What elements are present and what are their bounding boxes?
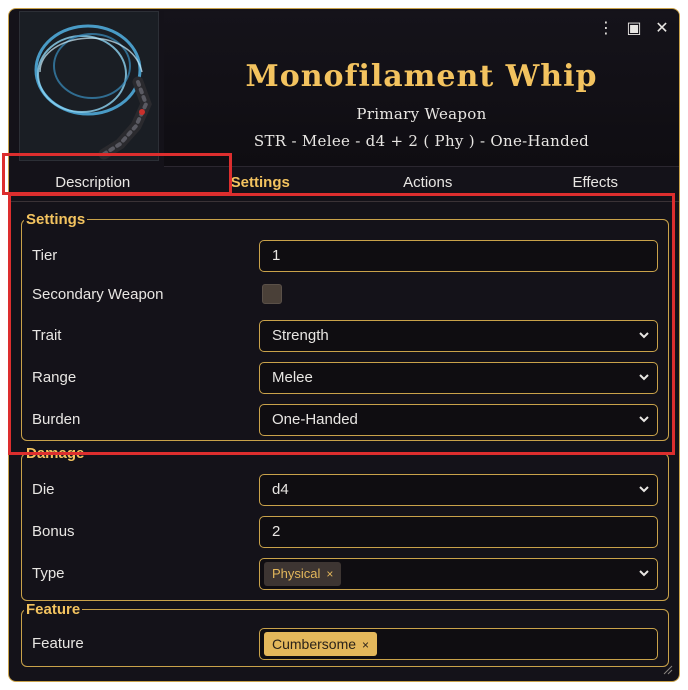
feature-fieldset: Feature Feature Cumbersome × xyxy=(21,601,669,667)
burden-value: One-Handed xyxy=(272,411,358,428)
range-select[interactable]: Melee xyxy=(259,362,658,394)
feature-legend: Feature xyxy=(26,601,81,618)
die-value: d4 xyxy=(272,481,289,498)
damage-type-tag: Physical × xyxy=(264,562,342,586)
item-image[interactable] xyxy=(19,11,159,161)
weapon-summary: STR - Melee - d4 + 2 ( Phy ) - One-Hande… xyxy=(253,132,590,150)
item-name[interactable]: Monofilament Whip xyxy=(164,59,679,94)
tier-input[interactable]: 1 xyxy=(259,240,658,272)
chevron-down-icon xyxy=(639,416,649,423)
feature-tag: Cumbersome × xyxy=(264,632,378,656)
bonus-input[interactable]: 2 xyxy=(259,516,658,548)
menu-icon[interactable]: ⋮ xyxy=(598,18,614,37)
settings-legend: Settings xyxy=(26,211,86,228)
chevron-down-icon xyxy=(639,332,649,339)
range-label: Range xyxy=(32,369,77,386)
secondary-weapon-label: Secondary Weapon xyxy=(32,286,164,303)
tab-actions[interactable]: Actions xyxy=(344,169,512,201)
feature-label: Feature xyxy=(32,635,84,652)
die-row: Die d4 xyxy=(32,474,658,508)
burden-row: Burden One-Handed xyxy=(32,404,658,438)
bonus-row: Bonus 2 xyxy=(32,516,658,550)
item-sheet-window: ⋮ ▣ ✕ Monofilament Whip Primary Weapon S… xyxy=(8,8,680,682)
burden-select[interactable]: One-Handed xyxy=(259,404,658,436)
window-controls: ⋮ ▣ ✕ xyxy=(598,18,669,37)
feature-row: Feature Cumbersome × xyxy=(32,628,658,662)
trait-row: Trait Strength xyxy=(32,320,658,354)
feature-tag-label: Cumbersome xyxy=(272,636,357,652)
damage-legend: Damage xyxy=(26,445,85,462)
tier-row: Tier 1 xyxy=(32,240,658,274)
remove-tag-icon[interactable]: × xyxy=(326,567,333,581)
whip-illustration xyxy=(20,12,158,160)
damage-type-tag-label: Physical xyxy=(272,566,321,581)
tab-description[interactable]: Description xyxy=(9,169,177,201)
die-select[interactable]: d4 xyxy=(259,474,658,506)
trait-select[interactable]: Strength xyxy=(259,320,658,352)
type-label: Type xyxy=(32,565,65,582)
type-row: Type Physical × xyxy=(32,558,658,592)
die-label: Die xyxy=(32,481,55,498)
trait-value: Strength xyxy=(272,327,329,344)
damage-type-select[interactable]: Physical × xyxy=(259,558,658,590)
remove-tag-icon[interactable]: × xyxy=(362,638,369,652)
sheet-tabs: Description Settings Actions Effects xyxy=(9,169,679,202)
range-value: Melee xyxy=(272,369,313,386)
secondary-weapon-checkbox[interactable] xyxy=(262,284,282,304)
bonus-label: Bonus xyxy=(32,523,75,540)
range-row: Range Melee xyxy=(32,362,658,396)
tab-effects[interactable]: Effects xyxy=(512,169,680,201)
chevron-down-icon xyxy=(639,486,649,493)
settings-fieldset: Settings Tier 1 Secondary Weapon Trait S… xyxy=(21,211,669,441)
chevron-down-icon xyxy=(639,570,649,577)
feature-tag-input[interactable]: Cumbersome × xyxy=(259,628,658,660)
damage-fieldset: Damage Die d4 Bonus 2 Type Physical × xyxy=(21,445,669,601)
tier-label: Tier xyxy=(32,247,58,264)
item-type: Primary Weapon xyxy=(356,105,487,123)
trait-label: Trait xyxy=(32,327,62,344)
tab-settings[interactable]: Settings xyxy=(177,169,345,201)
close-icon[interactable]: ✕ xyxy=(655,18,669,37)
chevron-down-icon xyxy=(639,374,649,381)
burden-label: Burden xyxy=(32,411,81,428)
secondary-weapon-row: Secondary Weapon xyxy=(32,282,658,316)
resize-handle-icon[interactable] xyxy=(663,665,673,675)
token-icon[interactable]: ▣ xyxy=(626,18,641,37)
